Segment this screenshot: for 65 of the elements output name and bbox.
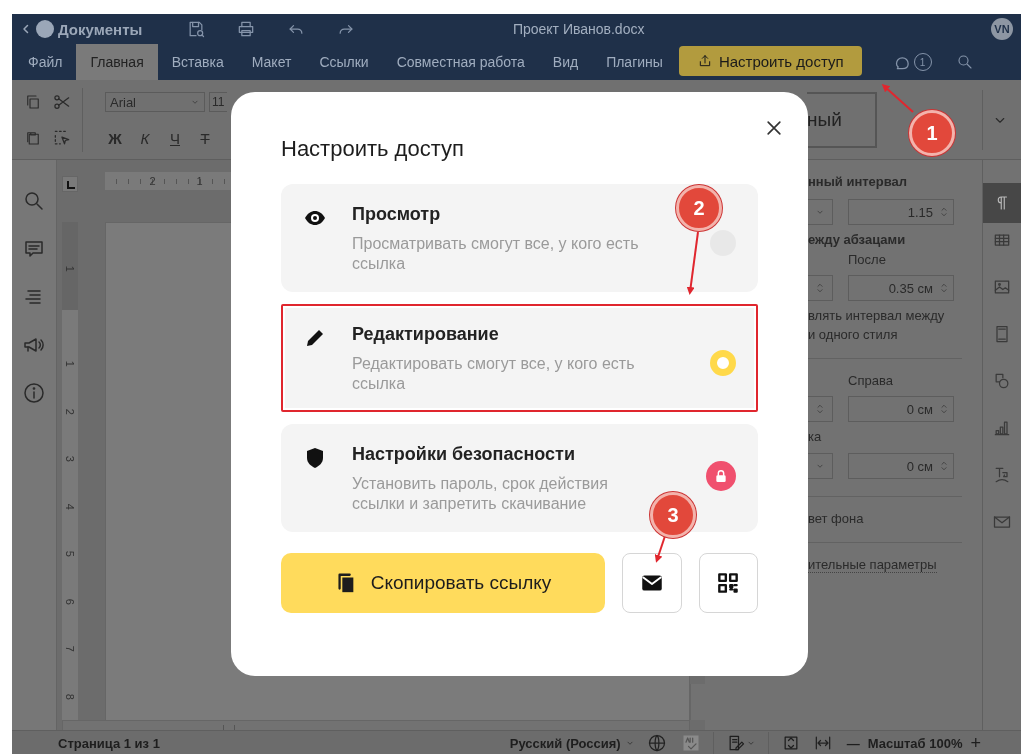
scissors-icon[interactable] (52, 92, 72, 112)
annotation-arrow (881, 84, 914, 113)
option-description: Редактировать смогут все, у кого есть ссылка (352, 354, 636, 394)
option-title: Настройки безопасности (352, 444, 575, 466)
menu-tab[interactable]: Главная (76, 44, 158, 80)
annotation-arrow (686, 231, 699, 295)
paragraph-settings-tab[interactable] (982, 183, 1021, 223)
tab-stop-button[interactable] (62, 176, 78, 192)
option-title: Редактирование (352, 324, 499, 346)
number-field[interactable]: 0.35 см (848, 275, 954, 301)
format-button[interactable]: Ч (165, 129, 185, 147)
search-icon[interactable] (22, 189, 46, 213)
menu-tab[interactable]: Ссылки (305, 44, 383, 80)
back-link[interactable]: Документы (20, 20, 143, 38)
section-heading: ежду абзацами (808, 232, 907, 249)
number-field[interactable]: 1.15 (848, 199, 954, 225)
option-label: вет фона (808, 511, 865, 528)
section-heading: нный интервал (808, 174, 909, 191)
menu-tab[interactable]: Вставка (157, 44, 238, 80)
font-size-field[interactable]: 11 (209, 92, 227, 112)
padlock-icon (713, 468, 729, 484)
menu-tab[interactable]: Вид (538, 44, 593, 80)
globe-icon[interactable] (646, 733, 667, 753)
radio-button[interactable] (710, 230, 736, 256)
option-label: влять интервал между (808, 308, 946, 325)
format-button[interactable]: К (135, 129, 155, 147)
option-label: и одного стиля (808, 327, 899, 344)
format-button[interactable]: Ж (105, 129, 125, 147)
field-label: Справа (847, 373, 894, 390)
info-icon[interactable] (22, 381, 46, 405)
dialog-title: Настроить доступ (281, 136, 465, 163)
font-dropdown[interactable]: Arial (105, 92, 205, 112)
user-avatar[interactable]: VN (991, 18, 1013, 40)
paste-icon[interactable] (24, 129, 42, 147)
document-title: Проект Иванов.docx (511, 21, 646, 37)
format-button[interactable]: Т (195, 129, 215, 147)
menu-tab[interactable]: Плагины (592, 44, 677, 80)
zoom-level: Масштаб 100% (867, 735, 963, 751)
copy-link-button[interactable]: Скопировать ссылку (281, 553, 606, 613)
zoom-in-button[interactable]: + (970, 732, 981, 754)
comments-button[interactable]: 1 (893, 44, 932, 80)
search-icon[interactable] (955, 53, 974, 71)
option-description: Установить пароль, срок действия ссылки и запретить скачивание (352, 474, 609, 514)
close-icon[interactable] (764, 118, 784, 138)
share-button[interactable]: Настроить доступ (678, 46, 862, 76)
mail-button[interactable] (622, 553, 682, 613)
option-label: ка (808, 429, 823, 446)
option-title: Просмотр (352, 204, 441, 226)
qr-code-button[interactable] (698, 553, 758, 613)
page-counter: Страница 1 из 1 (58, 735, 160, 751)
field-label: После (847, 252, 887, 269)
annotation-arrow (654, 535, 666, 563)
option-description: Просматривать смогут все, у кого есть ссылка (352, 234, 640, 274)
copy-icon[interactable] (24, 93, 42, 111)
menu-tab[interactable]: Совместная работа (382, 44, 539, 80)
language-dropdown[interactable]: Русский (Россия) (509, 735, 635, 751)
menu-tab[interactable]: Макет (237, 44, 306, 80)
access-option[interactable]: Редактирование Редактировать смогут все, у кого есть ссылка (281, 304, 758, 412)
menu-tab[interactable]: Файл (14, 44, 77, 80)
number-field[interactable]: 0 см (848, 396, 954, 422)
number-field[interactable]: 0 см (848, 453, 954, 479)
radio-button[interactable] (710, 350, 736, 376)
zoom-out-button[interactable]: — (846, 735, 860, 751)
logo-icon (36, 20, 54, 38)
lock-icon[interactable] (706, 461, 736, 491)
